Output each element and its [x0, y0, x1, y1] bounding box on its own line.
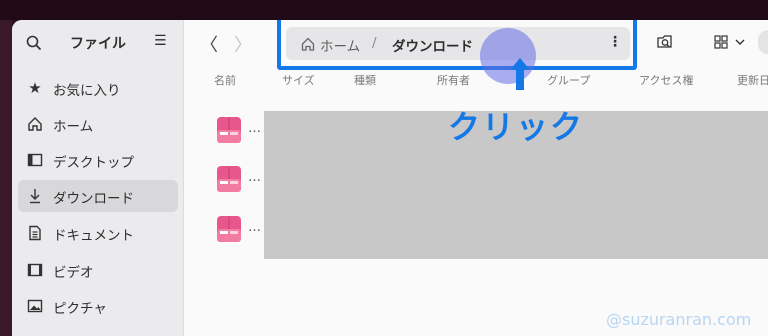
package-file-icon — [217, 117, 241, 143]
sidebar-item-favorites[interactable]: ★ お気に入り — [18, 72, 178, 104]
click-indicator — [480, 28, 536, 84]
back-button[interactable]: 〈 — [200, 31, 218, 57]
arrow-stem — [516, 68, 524, 90]
hamburger-menu-icon[interactable]: ☰ — [154, 33, 167, 49]
column-header-size[interactable]: サイズ — [282, 72, 315, 88]
file-name: … — [248, 170, 261, 185]
sidebar-item-label: ホーム — [53, 119, 94, 135]
video-icon — [27, 263, 43, 277]
sidebar-item-pictures[interactable]: ピクチャ — [18, 290, 178, 322]
package-file-icon — [217, 216, 241, 242]
column-header-owner[interactable]: 所有者 — [437, 72, 470, 88]
sidebar-item-label: ピクチャ — [53, 301, 107, 317]
home-icon — [28, 117, 42, 131]
pathbar-highlight-box — [277, 20, 637, 70]
desktop-background — [0, 20, 12, 336]
file-name: … — [248, 220, 261, 235]
sidebar-header: ファイル ☰ — [12, 20, 184, 66]
window-menu-button[interactable] — [758, 30, 768, 54]
picture-icon — [27, 299, 43, 313]
sidebar-item-label: ドキュメント — [53, 228, 134, 244]
chevron-down-icon[interactable] — [730, 32, 750, 52]
file-name: … — [248, 121, 261, 136]
star-icon: ★ — [28, 79, 42, 97]
grid-view-icon[interactable] — [711, 32, 731, 52]
column-header-modified[interactable]: 更新日 — [737, 72, 768, 88]
sidebar-item-label: お気に入り — [53, 83, 121, 99]
file-manager-window: ファイル ☰ ★ お気に入り ホーム デスクトップ ダウンロード ドキュメント … — [12, 20, 768, 336]
main-pane: 〈 〉 ホーム / ダウンロード ⋮ 名前 サイズ 種類 所有者 グループ アク… — [184, 20, 768, 336]
document-icon — [29, 225, 41, 241]
sidebar-item-home[interactable]: ホーム — [18, 108, 178, 140]
sidebar: ファイル ☰ ★ お気に入り ホーム デスクトップ ダウンロード ドキュメント … — [12, 20, 184, 336]
desktop-icon — [27, 153, 43, 167]
package-file-icon — [217, 166, 241, 192]
sidebar-item-label: デスクトップ — [53, 155, 134, 171]
column-header-type[interactable]: 種類 — [354, 72, 376, 88]
column-header-name[interactable]: 名前 — [214, 72, 236, 88]
desktop-top-bar — [0, 0, 768, 20]
download-icon — [30, 189, 40, 204]
column-header-permissions[interactable]: アクセス権 — [639, 72, 693, 88]
watermark: @suzuranran.com — [606, 310, 752, 329]
column-header-group[interactable]: グループ — [547, 72, 590, 88]
sidebar-item-label: ダウンロード — [53, 191, 134, 207]
click-annotation: クリック — [448, 108, 585, 146]
sidebar-item-label: ビデオ — [53, 265, 94, 281]
sidebar-item-desktop[interactable]: デスクトップ — [18, 144, 178, 176]
forward-button[interactable]: 〉 — [234, 31, 252, 57]
sidebar-item-videos[interactable]: ビデオ — [18, 254, 178, 286]
sidebar-item-documents[interactable]: ドキュメント — [18, 217, 178, 249]
search-folder-icon[interactable] — [655, 32, 675, 52]
sidebar-item-downloads[interactable]: ダウンロード — [18, 180, 178, 212]
